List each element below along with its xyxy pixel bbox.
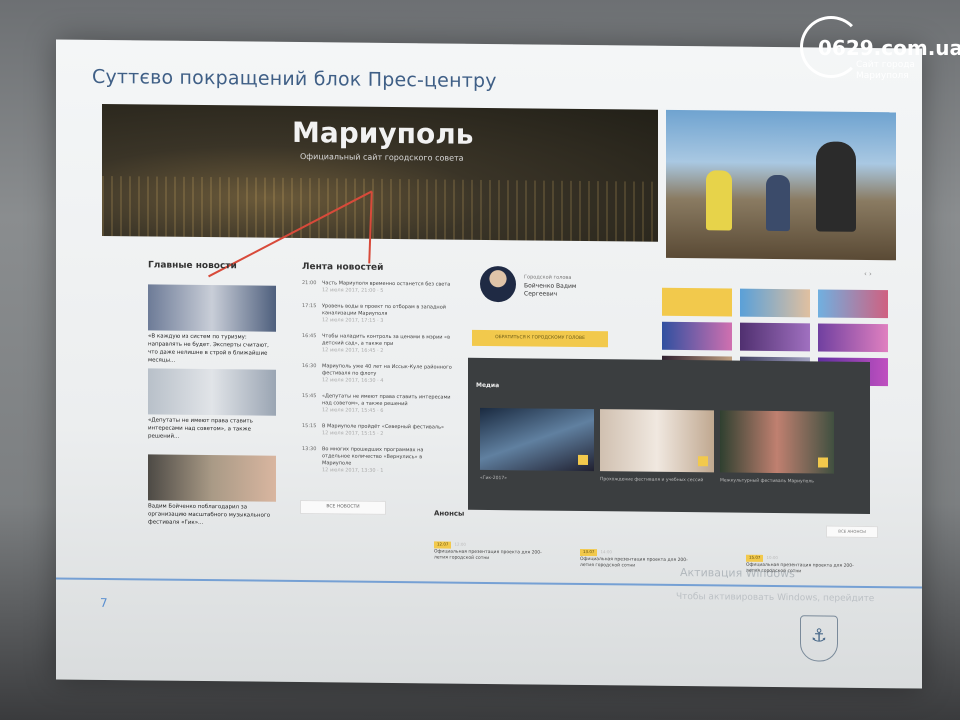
- contact-mayor-button[interactable]: ОБРАТИТЬСЯ К ГОРОДСКОМУ ГОЛОВЕ: [472, 329, 608, 348]
- media-title: Медиа: [476, 381, 500, 390]
- media-caption: Межкультурный фестиваль Мариуполь: [720, 478, 814, 485]
- announcements-title: Анонсы: [434, 509, 465, 518]
- news-caption[interactable]: «Депутаты не имеют права ставить интерес…: [148, 416, 276, 441]
- gallery-thumbnail[interactable]: [818, 323, 888, 353]
- hero-subtitle: Официальный сайт городского совета: [300, 152, 464, 163]
- city-lights-decor: [102, 175, 658, 242]
- gallery-thumbnail[interactable]: [740, 322, 810, 352]
- person-figure: [816, 141, 856, 232]
- gallery-nav[interactable]: ‹ ›: [864, 270, 872, 278]
- play-icon[interactable]: [818, 457, 828, 468]
- gallery-thumbnail[interactable]: [662, 287, 732, 317]
- media-block: Медиа «Гик-2017» Прохождение фестиваля и…: [468, 357, 870, 514]
- city-crest-icon: ⚓: [800, 615, 838, 662]
- all-announcements-button[interactable]: ВСЕ АНОНСЫ: [826, 525, 878, 539]
- mayor-avatar: [480, 265, 516, 303]
- projected-slide: Суттєво покращений блок Прес-центру Мари…: [56, 39, 922, 689]
- list-item[interactable]: 16:30 Мариуполь уже 40 лет на Иссык-Куле …: [302, 363, 452, 386]
- watermark-subtitle: Сайт города Мариуполя: [856, 60, 915, 81]
- windows-activation-hint: Чтобы активировать Windows, перейдите: [676, 591, 875, 605]
- news-caption[interactable]: Вадим Бойченко поблагодарил за организац…: [148, 502, 276, 527]
- watermark-name: 0629.com.ua: [818, 36, 960, 60]
- list-item[interactable]: 16:45 Чтобы наладить контроль за ценами в…: [302, 333, 452, 356]
- all-news-button[interactable]: ВСЕ НОВОСТИ: [300, 500, 386, 515]
- play-icon[interactable]: [578, 454, 588, 466]
- play-icon[interactable]: [698, 456, 708, 467]
- mayor-role: Городской голова: [524, 274, 572, 281]
- photo-gallery-grid: [662, 287, 894, 387]
- chevron-left-icon[interactable]: ‹: [864, 270, 867, 278]
- media-thumbnail[interactable]: [600, 409, 714, 473]
- media-thumbnail[interactable]: [480, 407, 594, 472]
- slide-title: Суттєво покращений блок Прес-центру: [92, 65, 497, 93]
- media-caption: «Гик-2017»: [480, 475, 507, 482]
- news-thumbnail[interactable]: [148, 368, 276, 416]
- gallery-thumbnail[interactable]: [818, 289, 888, 319]
- list-item[interactable]: 17:15 Уровень воды в проект по отборам в …: [302, 303, 452, 326]
- news-feed-title: Лента новостей: [302, 262, 384, 273]
- media-caption: Прохождение фестиваля и учебных сессий: [600, 477, 704, 484]
- slide-page-number: 7: [100, 595, 108, 611]
- list-item[interactable]: 13:30 Во многих прошедших программах на о…: [302, 446, 452, 476]
- hero-banner[interactable]: Мариуполь Официальный сайт городского со…: [102, 103, 658, 242]
- gallery-thumbnail[interactable]: [740, 288, 810, 318]
- list-item[interactable]: 15:15 В Мариуполе пройдёт «Северный фести…: [302, 423, 452, 439]
- main-news-title: Главные новости: [148, 260, 237, 272]
- chevron-right-icon[interactable]: ›: [869, 270, 872, 278]
- windows-activation-watermark: Активация Windows: [680, 566, 795, 581]
- mayor-name: Бойченко Вадим Сергеевич: [524, 282, 577, 298]
- list-item[interactable]: 15:45 «Депутаты не имеют права ставить ин…: [302, 393, 452, 416]
- hero-title: Мариуполь: [292, 115, 474, 151]
- news-thumbnail[interactable]: [148, 454, 276, 502]
- news-feed-list: 21:00 Часть Мариуполя временно останется …: [302, 280, 452, 485]
- announcement-item[interactable]: 12.07 12:00 Официальная презентация проек…: [434, 541, 554, 563]
- news-caption[interactable]: «В каждую из систем по туризму: направля…: [148, 332, 276, 365]
- gallery-thumbnail[interactable]: [662, 321, 732, 351]
- person-figure: [766, 174, 790, 232]
- news-thumbnail[interactable]: [148, 284, 276, 332]
- list-item[interactable]: 21:00 Часть Мариуполя временно останется …: [302, 280, 452, 296]
- featured-photo[interactable]: [666, 109, 896, 261]
- person-figure: [706, 170, 732, 231]
- media-thumbnail[interactable]: [720, 410, 834, 474]
